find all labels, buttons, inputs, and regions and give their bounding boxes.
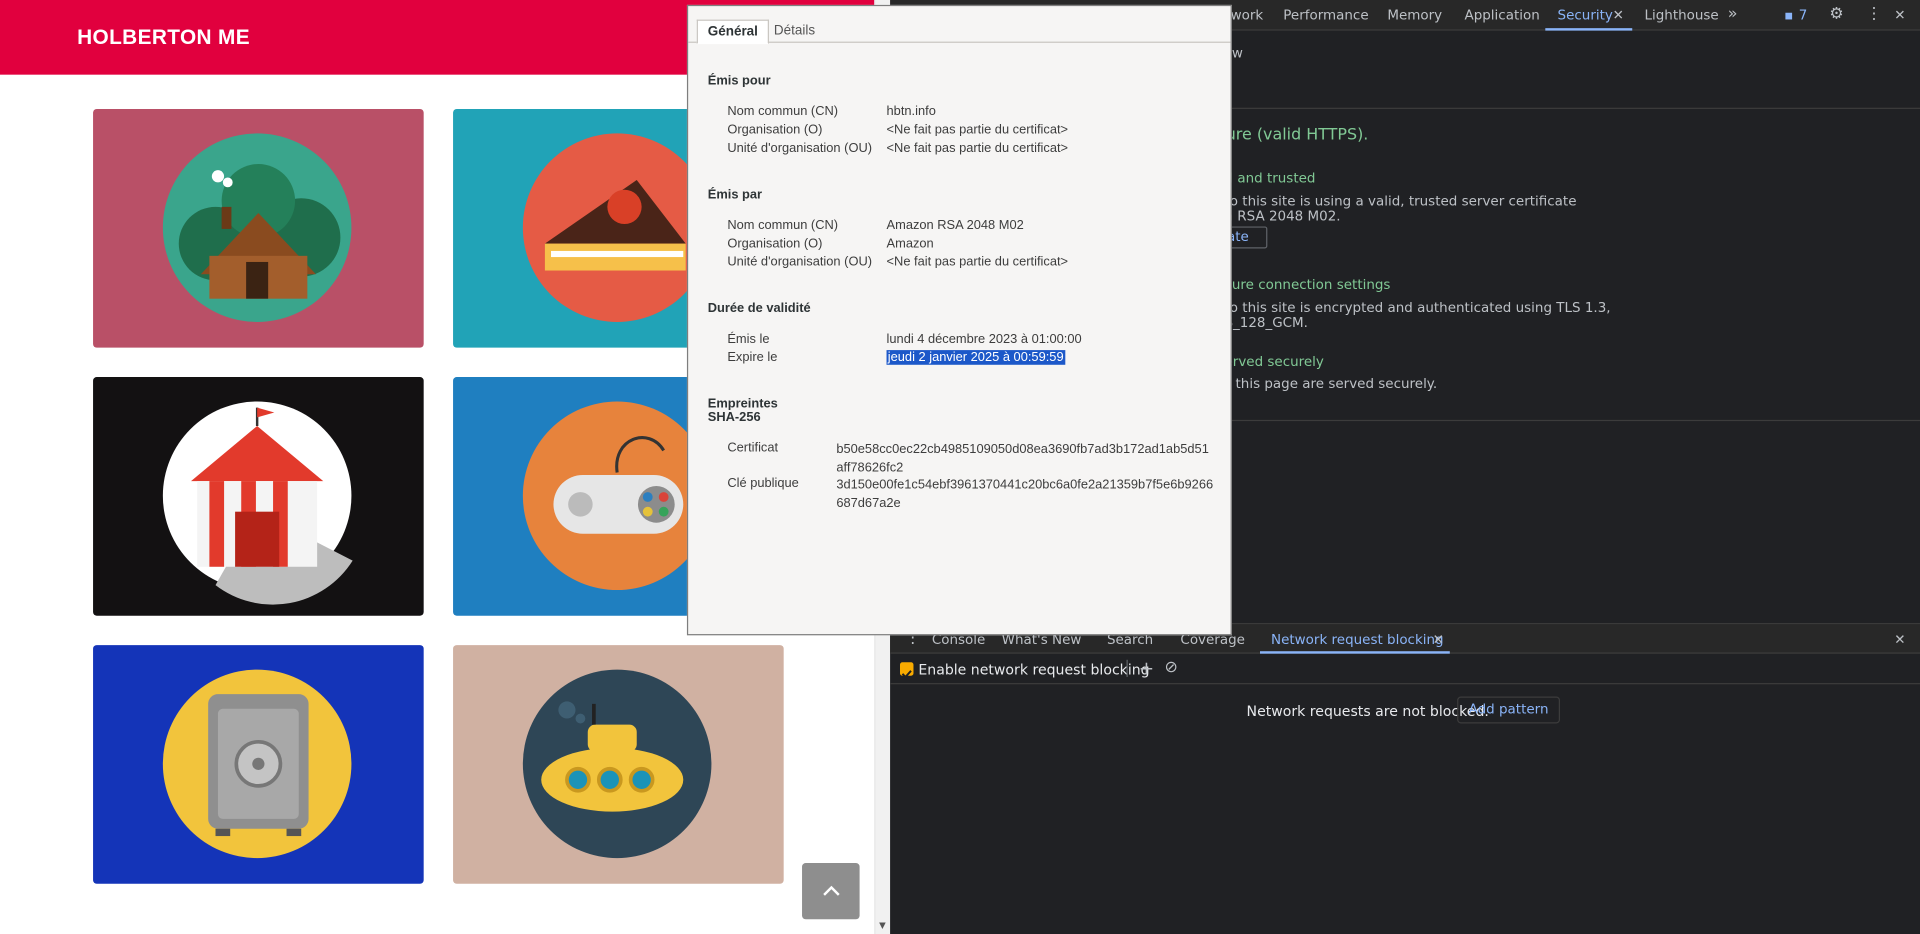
expires-on-value[interactable]: jeudi 2 janvier 2025 à 00:59:59 xyxy=(886,350,1065,365)
issued-by-heading: Émis par xyxy=(707,187,763,202)
issued-to-cn-label: Nom commun (CN) xyxy=(727,104,839,119)
issued-by-cn-value: Amazon RSA 2048 M02 xyxy=(886,217,1024,233)
toolbar-divider xyxy=(1126,659,1128,677)
issued-on-value: lundi 4 décembre 2023 à 01:00:00 xyxy=(886,331,1082,347)
checkmark-icon xyxy=(901,670,912,679)
cert-fingerprint-value: b50e58cc0ec22cb4985109050d08ea3690fb7ad3… xyxy=(836,441,1209,475)
expires-on-label: Expire le xyxy=(727,350,778,365)
certificate-dialog: Général Détails Émis pour Nom commun (CN… xyxy=(686,4,1232,636)
tab-security[interactable]: Security xyxy=(1558,7,1613,23)
resources-status-title: erved securely xyxy=(1224,353,1324,370)
issues-count[interactable]: 7 xyxy=(1799,7,1808,23)
portfolio-card-cabin[interactable] xyxy=(93,108,424,348)
close-tab-icon[interactable]: ✕ xyxy=(1613,7,1624,23)
scroll-down-arrow-icon[interactable]: ▼ xyxy=(879,921,886,931)
screen: HOLBERTON ME ▼ work Performance Memory A… xyxy=(0,0,1920,934)
issued-on-label: Émis le xyxy=(727,331,770,347)
enable-blocking-label[interactable]: Enable network request blocking xyxy=(918,661,1149,678)
key-fingerprint-value: 3d150e00fe1c54ebf3961370441c20bc6a0fe2a2… xyxy=(836,477,1214,510)
certificate-status-line2: n RSA 2048 M02. xyxy=(1224,208,1341,225)
tab-network[interactable]: work xyxy=(1231,7,1264,23)
resources-status-line1: this page are served securely. xyxy=(1235,375,1438,392)
cabin-illustration xyxy=(162,133,352,322)
chevron-up-icon xyxy=(822,885,840,896)
tab-performance[interactable]: Performance xyxy=(1283,7,1368,23)
tab-application[interactable]: Application xyxy=(1464,7,1539,23)
site-brand[interactable]: HOLBERTON ME xyxy=(77,26,250,50)
drawer-tab-network-request-blocking[interactable]: Network request blocking xyxy=(1271,632,1444,648)
security-summary: ure (valid HTTPS). xyxy=(1225,126,1369,145)
issued-by-ou-value: <Ne fait pas partie du certificat> xyxy=(886,254,1069,270)
tab-general[interactable]: Général xyxy=(696,19,769,45)
portfolio-card-safe[interactable] xyxy=(93,645,424,884)
enable-blocking-checkbox[interactable] xyxy=(900,662,914,679)
clear-patterns-icon[interactable]: ⊘ xyxy=(1164,659,1177,677)
circus-tent-illustration xyxy=(162,401,353,605)
expires-on-value-wrap: jeudi 2 janvier 2025 à 00:59:59 xyxy=(886,350,1065,365)
add-pattern-button[interactable]: Add pattern xyxy=(1457,696,1561,724)
security-overview-heading: w xyxy=(1231,45,1243,62)
issued-by-o-label: Organisation (O) xyxy=(727,236,823,251)
certificate-status-line1: to this site is using a valid, trusted s… xyxy=(1224,193,1577,210)
more-options-icon[interactable]: ⋮ xyxy=(1866,5,1882,23)
safe-illustration xyxy=(162,669,352,859)
blocking-status-text: Network requests are not blocked. xyxy=(1246,702,1489,720)
issued-by-ou-label: Unité d'organisation (OU) xyxy=(727,254,873,270)
fingerprints-heading: Empreintes SHA-256 xyxy=(707,396,778,425)
tab-lighthouse[interactable]: Lighthouse xyxy=(1644,7,1718,23)
blocking-toolbar: Enable network request blocking + ⊘ xyxy=(890,654,1920,685)
submarine-illustration xyxy=(522,669,712,859)
validity-heading: Durée de validité xyxy=(707,301,811,316)
connection-status-line1: to this site is encrypted and authentica… xyxy=(1224,299,1611,316)
certificate-tabs: Général Détails xyxy=(688,6,1231,45)
issued-to-heading: Émis pour xyxy=(707,73,771,89)
portfolio-card-circus[interactable] xyxy=(93,377,424,616)
scroll-to-top-button[interactable] xyxy=(802,862,860,920)
issued-by-o-value: Amazon xyxy=(886,236,934,251)
more-tabs-icon[interactable]: » xyxy=(1728,5,1738,23)
add-pattern-plus-icon[interactable]: + xyxy=(1139,657,1154,679)
close-drawer-icon[interactable]: ✕ xyxy=(1894,632,1905,648)
close-devtools-icon[interactable]: ✕ xyxy=(1894,7,1905,23)
connection-status-title: cure connection settings xyxy=(1224,276,1391,293)
tab-memory[interactable]: Memory xyxy=(1387,7,1442,23)
connection-status-line2: S_128_GCM. xyxy=(1224,314,1308,331)
issued-to-cn-value: hbtn.info xyxy=(886,104,936,119)
devtools-drawer: ⋮ Console What's New Search Coverage Net… xyxy=(890,623,1920,934)
tab-details[interactable]: Détails xyxy=(774,23,815,38)
certificate-status-title: d and trusted xyxy=(1224,170,1316,187)
issued-to-o-label: Organisation (O) xyxy=(727,122,823,138)
portfolio-card-submarine[interactable] xyxy=(453,645,784,884)
settings-gear-icon[interactable]: ⚙ xyxy=(1829,5,1843,23)
issued-to-ou-label: Unité d'organisation (OU) xyxy=(727,140,873,156)
active-tab-indicator xyxy=(1545,28,1633,31)
issued-by-cn-label: Nom commun (CN) xyxy=(727,217,839,233)
close-drawer-tab-icon[interactable]: ✕ xyxy=(1433,632,1444,648)
issued-to-ou-value: <Ne fait pas partie du certificat> xyxy=(886,140,1069,156)
key-fingerprint-label: Clé publique xyxy=(727,476,799,491)
issued-to-o-value: <Ne fait pas partie du certificat> xyxy=(886,122,1069,138)
issues-icon[interactable]: ▪ xyxy=(1784,7,1793,23)
cert-fingerprint-label: Certificat xyxy=(727,440,779,456)
